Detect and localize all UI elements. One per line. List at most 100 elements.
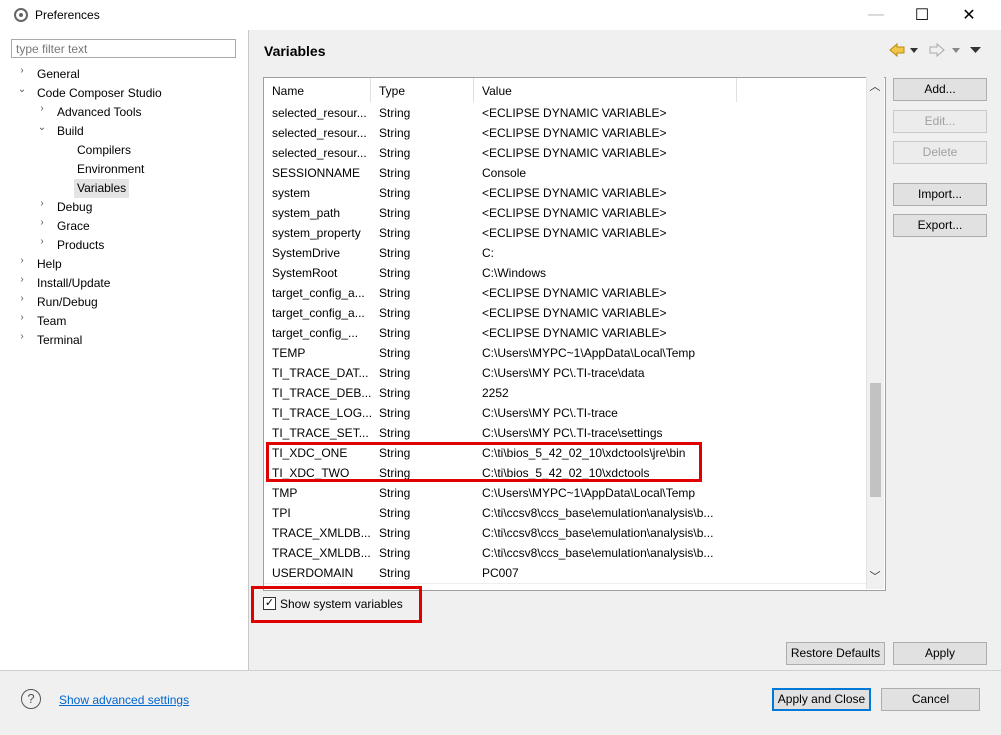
apply-button[interactable]: Apply: [893, 642, 987, 665]
cell-name: system_property: [272, 226, 361, 240]
table-row[interactable]: TPI String C:\ti\ccsv8\ccs_base\emulation\…: [264, 503, 868, 523]
table-row[interactable]: TI_TRACE_DAT... String C:\Users\MY PC\.TI-…: [264, 363, 868, 383]
table-row[interactable]: USERDOMAIN String PC007: [264, 563, 868, 583]
close-button[interactable]: ✕: [946, 0, 992, 30]
cell-name: TMP: [272, 486, 298, 500]
chevron-right-icon[interactable]: ›: [17, 293, 27, 312]
cell-name: TI_TRACE_LOG...: [272, 406, 371, 420]
table-row[interactable]: selected_resour... String <ECLIPSE DYNAMIC…: [264, 143, 868, 163]
tree-item-team[interactable]: Team: [37, 312, 66, 331]
back-arrow-icon[interactable]: [889, 42, 905, 58]
tree-item-general[interactable]: General: [37, 65, 80, 84]
table-row[interactable]: target_config_a... String <ECLIPSE DYNAMIC…: [264, 303, 868, 323]
tree-item-environment[interactable]: Environment: [77, 160, 144, 179]
cell-value: <ECLIPSE DYNAMIC VARIABLE>: [482, 126, 667, 140]
tree-item-variables[interactable]: Variables: [74, 179, 130, 198]
table-row[interactable]: SESSIONNAME String Console: [264, 163, 868, 183]
export-button[interactable]: Export...: [893, 214, 987, 237]
cell-value: Console: [482, 166, 527, 180]
show-system-variables-checkbox[interactable]: ✓: [263, 597, 276, 610]
view-menu-icon[interactable]: [970, 47, 981, 53]
forward-arrow-icon[interactable]: [929, 42, 945, 58]
cell-name: target_config_a...: [272, 286, 365, 300]
chevron-right-icon[interactable]: ›: [37, 198, 47, 217]
chevron-right-icon[interactable]: ›: [17, 65, 27, 84]
show-advanced-settings-link[interactable]: Show advanced settings: [59, 693, 189, 707]
table-row[interactable]: TI_TRACE_SET... String C:\Users\MY PC\.TI-…: [264, 423, 868, 443]
tree-item-help[interactable]: Help: [37, 255, 62, 274]
cell-name: TPI: [272, 506, 291, 520]
show-system-variables-label[interactable]: Show system variables: [280, 597, 403, 611]
cell-type: String: [379, 206, 411, 220]
chevron-down-icon[interactable]: ⌄: [37, 122, 47, 141]
forward-menu-icon[interactable]: [952, 48, 960, 53]
cell-type: String: [379, 306, 411, 320]
delete-button[interactable]: Delete: [893, 141, 987, 164]
table-row[interactable]: TMP String C:\Users\MYPC~1\AppData\Local\T…: [264, 483, 868, 503]
maximize-button[interactable]: ☐: [899, 0, 945, 30]
table-row[interactable]: selected_resour... String <ECLIPSE DYNAMIC…: [264, 123, 868, 143]
chevron-right-icon[interactable]: ›: [17, 255, 27, 274]
chevron-right-icon[interactable]: ›: [37, 217, 47, 236]
add-button[interactable]: Add...: [893, 78, 987, 101]
tree-item-run-debug[interactable]: Run/Debug: [37, 293, 98, 312]
cell-name: SystemRoot: [272, 266, 338, 280]
cell-type: String: [379, 326, 411, 340]
tree-item-code-composer-studio[interactable]: Code Composer Studio: [37, 84, 162, 103]
table-row[interactable]: system String <ECLIPSE DYNAMIC VARIABLE>: [264, 183, 868, 203]
cell-type: String: [379, 506, 411, 520]
table-row[interactable]: selected_resour... String <ECLIPSE DYNAMIC…: [264, 103, 868, 123]
table-row[interactable]: SystemRoot String C:\Windows: [264, 263, 868, 283]
table-row[interactable]: system_property String <ECLIPSE DYNAMIC VA…: [264, 223, 868, 243]
column-header-name[interactable]: Name: [264, 78, 371, 102]
table-row[interactable]: system_path String <ECLIPSE DYNAMIC VARIAB…: [264, 203, 868, 223]
navigation-controls: [889, 42, 981, 58]
cell-value: <ECLIPSE DYNAMIC VARIABLE>: [482, 186, 667, 200]
edit-button[interactable]: Edit...: [893, 110, 987, 133]
tree-item-compilers[interactable]: Compilers: [77, 141, 131, 160]
tree-item-terminal[interactable]: Terminal: [37, 331, 82, 350]
chevron-down-icon[interactable]: ⌄: [17, 84, 27, 103]
tree-item-grace[interactable]: Grace: [57, 217, 90, 236]
table-row[interactable]: TI_TRACE_DEB... String 2252: [264, 383, 868, 403]
table-row[interactable]: TRACE_XMLDB... String C:\ti\ccsv8\ccs_base…: [264, 543, 868, 563]
cell-name: target_config_a...: [272, 306, 365, 320]
restore-defaults-button[interactable]: Restore Defaults: [786, 642, 885, 665]
scroll-down-icon[interactable]: ﹀: [869, 571, 881, 583]
table-row[interactable]: SystemDrive String C:: [264, 243, 868, 263]
chevron-right-icon[interactable]: ›: [37, 236, 47, 255]
tree-item-advanced-tools[interactable]: Advanced Tools: [57, 103, 142, 122]
tree-item-install-update[interactable]: Install/Update: [37, 274, 110, 293]
page-title: Variables: [264, 43, 326, 59]
tree-item-products[interactable]: Products: [57, 236, 104, 255]
help-icon[interactable]: ?: [21, 689, 41, 709]
apply-and-close-button[interactable]: Apply and Close: [772, 688, 871, 711]
column-header-value[interactable]: Value: [474, 78, 737, 102]
table-row[interactable]: TRACE_XMLDB... String C:\ti\ccsv8\ccs_base…: [264, 523, 868, 543]
scroll-up-icon[interactable]: ︿: [869, 81, 881, 93]
table-row[interactable]: TI_TRACE_LOG... String C:\Users\MY PC\.TI-…: [264, 403, 868, 423]
cell-type: String: [379, 186, 411, 200]
cancel-button[interactable]: Cancel: [881, 688, 980, 711]
table-row[interactable]: target_config_a... String <ECLIPSE DYNAMIC…: [264, 283, 868, 303]
cell-value: C:\ti\ccsv8\ccs_base\emulation\analysis\…: [482, 546, 714, 560]
cell-value: PC007: [482, 566, 519, 580]
back-menu-icon[interactable]: [910, 48, 918, 53]
chevron-right-icon[interactable]: ›: [17, 312, 27, 331]
tree-item-build[interactable]: Build: [57, 122, 84, 141]
chevron-right-icon[interactable]: ›: [37, 103, 47, 122]
minimize-button[interactable]: —: [853, 0, 899, 30]
highlight-box-xdc-rows: [266, 442, 702, 482]
cell-type: String: [379, 106, 411, 120]
filter-input[interactable]: [11, 39, 236, 58]
chevron-right-icon[interactable]: ›: [17, 331, 27, 350]
chevron-right-icon[interactable]: ›: [17, 274, 27, 293]
cell-name: selected_resour...: [272, 126, 367, 140]
vertical-scrollbar[interactable]: ︿ ﹀: [866, 77, 884, 589]
import-button[interactable]: Import...: [893, 183, 987, 206]
column-header-type[interactable]: Type: [371, 78, 474, 102]
table-row[interactable]: target_config_... String <ECLIPSE DYNAMIC …: [264, 323, 868, 343]
table-row[interactable]: TEMP String C:\Users\MYPC~1\AppData\Local\…: [264, 343, 868, 363]
tree-item-debug[interactable]: Debug: [57, 198, 92, 217]
scrollbar-thumb[interactable]: [870, 383, 881, 497]
